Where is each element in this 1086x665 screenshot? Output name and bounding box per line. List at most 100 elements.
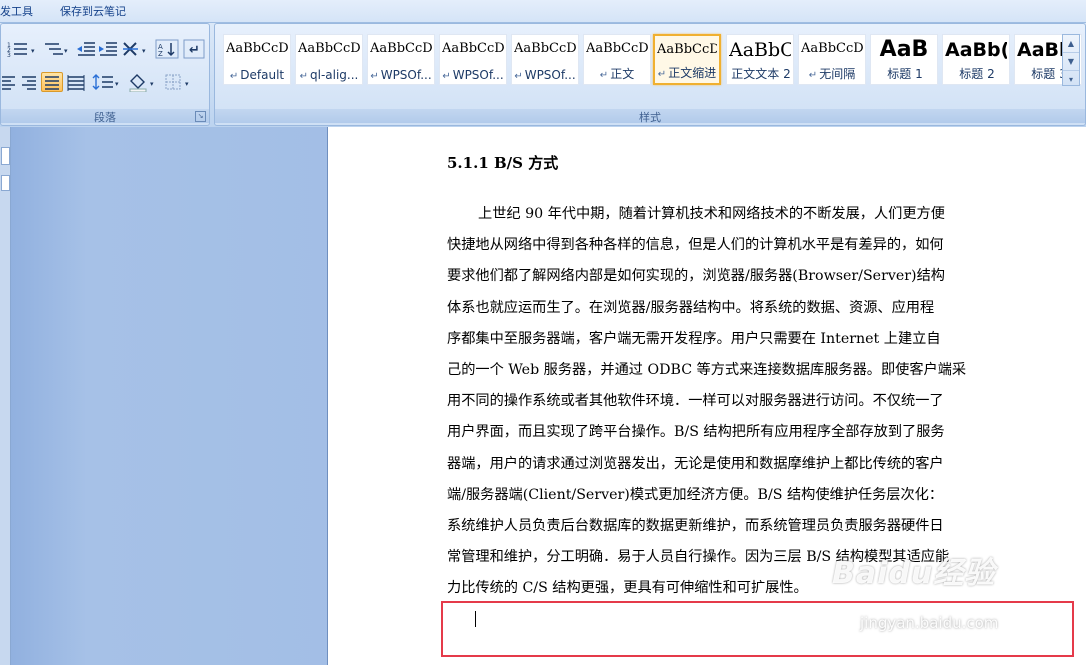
- borders-icon: ▾: [165, 74, 189, 90]
- style-tile[interactable]: AaBbCcDc ↵正文: [583, 34, 651, 85]
- increase-indent-button[interactable]: [97, 39, 119, 59]
- chinese-layout-button[interactable]: ▾: [121, 39, 151, 59]
- style-name-label: Default: [240, 68, 285, 82]
- style-tile[interactable]: AaBbCcDc ↵Default: [223, 34, 291, 85]
- distributed-align-button[interactable]: [65, 72, 87, 92]
- gallery-more-icon[interactable]: ▾: [1063, 71, 1079, 88]
- decrease-indent-button[interactable]: [75, 39, 97, 59]
- paragraph-mark-icon: ↵: [229, 71, 239, 82]
- style-gallery-scroll: ▲ ▼ ▾: [1062, 34, 1080, 86]
- svg-text:3: 3: [7, 52, 11, 59]
- chinese-layout-icon: ▾: [123, 42, 146, 56]
- style-name-label: 无间隔: [819, 67, 856, 81]
- style-tile[interactable]: AaBbCcDc ↵WPSOf...: [367, 34, 435, 85]
- style-name: ↵ WPSOf...: [440, 68, 506, 82]
- watermark-logo: Baidu经验: [832, 556, 996, 591]
- style-preview: AaBbCcDc: [801, 41, 863, 56]
- multilevel-list-icon: ▾: [45, 43, 68, 55]
- paragraph-mark-icon: ↵: [370, 71, 379, 82]
- shading-button[interactable]: ▾: [127, 72, 159, 93]
- style-preview: AaB: [879, 37, 929, 59]
- svg-text:↵: ↵: [189, 43, 200, 58]
- style-tile[interactable]: AaBbC 正文文本 2: [726, 34, 794, 85]
- style-name-label: 标题 1: [887, 67, 923, 81]
- paragraph-mark-icon: ↵: [442, 71, 451, 82]
- style-tile[interactable]: AaBbCcDc ↵ql-alig...: [295, 34, 363, 85]
- paragraph-dialog-launcher[interactable]: ↘: [195, 111, 206, 122]
- align-right-button[interactable]: [19, 72, 39, 92]
- section-heading: 5.1.1 B/S 方式: [447, 154, 559, 172]
- numbering-list-button[interactable]: 1 2 3 ▾: [5, 39, 39, 59]
- style-tile[interactable]: AaB 标题 1: [870, 34, 938, 85]
- paragraph-mark-icon: ↵: [299, 71, 308, 82]
- svg-text:▾: ▾: [115, 80, 119, 88]
- style-tile[interactable]: AaBbCcDc ↵WPSOf...: [511, 34, 579, 85]
- svg-text:▾: ▾: [150, 80, 154, 88]
- style-name-label: WPSOf...: [380, 68, 432, 82]
- style-preview: AaBbCcDc: [514, 41, 576, 56]
- style-name-label: 正文: [610, 67, 635, 81]
- style-preview: AaBbCcDc: [442, 41, 504, 56]
- paragraph-line: 快捷地从网络中得到各种各样的信息，但是人们的计算机水平是有差异的，如何: [447, 237, 944, 254]
- body-paragraph[interactable]: 上世纪 90 年代中期，随着计算机技术和网络技术的不断发展，人们更方便快捷地从网…: [447, 199, 1003, 604]
- paragraph-mark-icon: ↵: [514, 71, 523, 82]
- style-preview: AaBbCcDc: [298, 41, 360, 56]
- paragraph-line: 用不同的操作系统或者其他软件环境．一样可以对服务器进行访问。不仅统一了: [447, 393, 944, 410]
- svg-text:▾: ▾: [31, 47, 35, 55]
- style-name: ↵ 无间隔: [799, 65, 865, 82]
- paragraph-line: 器端，用户的请求通过浏览器发出，无论是使用和数据摩维护上都比传统的客户: [447, 455, 944, 472]
- ribbon: 1 2 3 ▾ ▾ ▾ AZ ↵ ▾ ▾ ▾ 段落 ↘ AaBbCcD ↵ De…: [0, 23, 1086, 127]
- align-left-button[interactable]: [1, 72, 17, 92]
- style-tile[interactable]: AaBb( 标题 2: [942, 34, 1010, 85]
- style-tile[interactable]: AaBbCcDc ↵WPSOf...: [439, 34, 507, 85]
- styles-group-label: 样式: [215, 109, 1085, 124]
- style-name-label: 标题 2: [959, 67, 995, 81]
- style-tile[interactable]: AaBbCcDc ↵正文缩进: [653, 34, 721, 85]
- gallery-up-arrow-icon[interactable]: ▲: [1063, 35, 1079, 53]
- tab-developer-tools[interactable]: 发工具: [0, 3, 33, 19]
- ruler-marker[interactable]: [1, 147, 10, 165]
- style-preview: AaBbC: [729, 39, 791, 61]
- style-name: ↵ 正文缩进: [655, 64, 719, 81]
- paragraph-line: 用户界面，而且实现了跨平台操作。B/S 结构把所有应用程序全部存放到了服务: [447, 424, 945, 441]
- style-preview: AaBbCcDc: [370, 41, 432, 56]
- style-name: 正文文本 2: [727, 65, 793, 82]
- vertical-ruler[interactable]: [0, 127, 11, 665]
- paragraph-line: 要求他们都了解网络内部是如何实现的，浏览器/服务器(Browser/Server…: [447, 268, 945, 285]
- numbering-list-icon: 123▾: [7, 42, 35, 59]
- svg-text:▾: ▾: [185, 80, 189, 88]
- line-spacing-button[interactable]: ▾: [91, 72, 123, 92]
- style-tile[interactable]: AaBbCcDc ↵无间隔: [798, 34, 866, 85]
- style-preview: AaBbCcDc: [657, 42, 717, 57]
- increase-indent-icon: [99, 42, 117, 56]
- align-right-icon: [22, 76, 36, 90]
- ribbon-tab-strip: 发工具 保存到云笔记: [0, 0, 1086, 23]
- style-name: 标题 2: [943, 65, 1009, 82]
- gallery-down-arrow-icon[interactable]: ▼: [1063, 53, 1079, 71]
- show-paragraph-marks-button[interactable]: ↵: [183, 39, 205, 59]
- style-name-label: ql-alig...: [310, 68, 359, 82]
- style-name-label: WPSOf...: [452, 68, 504, 82]
- justify-button[interactable]: [41, 72, 63, 92]
- paragraph-mark-icon: ↵: [599, 70, 609, 81]
- style-preview: AaBb(: [945, 39, 1007, 61]
- paragraph-line: 上世纪 90 年代中期，随着计算机技术和网络技术的不断发展，人们更方便: [478, 206, 945, 222]
- borders-button[interactable]: ▾: [163, 72, 195, 92]
- paragraph-line: 体系也就应运而生了。在浏览器/服务器结构中。将系统的数据、资源、应用程: [447, 299, 935, 316]
- ruler-marker[interactable]: [1, 175, 10, 191]
- multilevel-list-button[interactable]: ▾: [41, 39, 71, 59]
- watermark: Baidu经验 jingyan.baidu.com: [832, 548, 998, 632]
- decrease-indent-icon: [77, 42, 95, 56]
- sort-button[interactable]: AZ: [155, 39, 179, 59]
- watermark-url: jingyan.baidu.com: [860, 614, 999, 632]
- sort-icon: AZ: [155, 39, 179, 59]
- paragraph-line: 端/服务器端(Client/Server)模式更加经济方便。B/S 结构使维护任…: [447, 486, 944, 503]
- svg-text:▾: ▾: [142, 47, 146, 55]
- paragraph-line: 系统维护人员负责后台数据库的数据更新维护，而系统管理员负责服务器硬件日: [447, 517, 944, 534]
- style-name: 标题 1: [871, 65, 937, 82]
- paragraph-line: 己的一个 Web 服务器，并通过 ODBC 等方式来连接数据库服务器。即使客户端…: [447, 361, 967, 378]
- paragraph-line: 序都集中至服务器端，客户端无需开发程序。用户只需要在 Internet 上建立自: [447, 330, 941, 347]
- svg-text:Z: Z: [158, 50, 163, 58]
- style-name-label: 正文缩进: [668, 66, 717, 80]
- tab-save-cloud-notes[interactable]: 保存到云笔记: [60, 3, 126, 19]
